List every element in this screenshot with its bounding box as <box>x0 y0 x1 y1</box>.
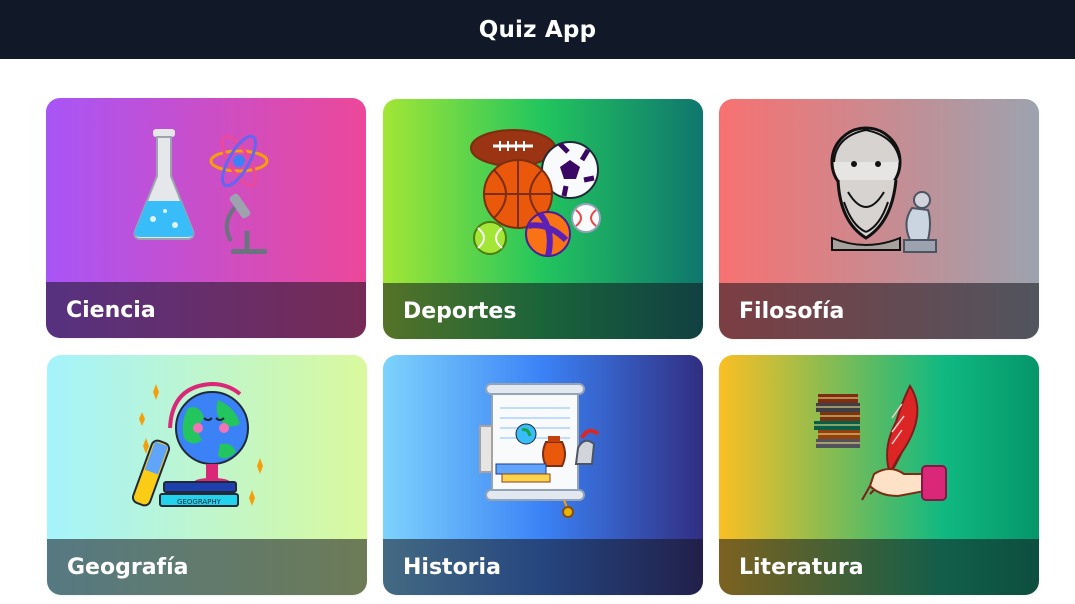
card-label-bar: Deportes <box>383 283 703 339</box>
category-card-filosofia[interactable]: Filosofía <box>719 99 1039 339</box>
app-title: Quiz App <box>478 16 597 43</box>
category-label: Historia <box>403 554 501 580</box>
category-label: Literatura <box>739 554 864 580</box>
app-header: Quiz App <box>0 0 1075 59</box>
science-flask-atom-microscope-icon <box>46 98 366 283</box>
category-label: Filosofía <box>739 298 845 324</box>
category-card-ciencia[interactable]: Ciencia <box>46 98 366 338</box>
philosopher-bust-thinker-icon <box>719 99 1039 284</box>
category-card-deportes[interactable]: Deportes <box>383 99 703 339</box>
category-card-literatura[interactable]: Literatura <box>719 355 1039 595</box>
category-label: Deportes <box>403 298 517 324</box>
category-card-historia[interactable]: Historia <box>383 355 703 595</box>
sports-balls-icon <box>383 99 703 284</box>
card-label-bar: Ciencia <box>46 282 366 338</box>
books-quill-hand-icon <box>719 355 1039 540</box>
card-label-bar: Geografía <box>47 539 367 595</box>
globe-maps-books-icon: GEOGRAPHY <box>47 355 367 540</box>
category-label: Geografía <box>67 554 189 580</box>
svg-text:GEOGRAPHY: GEOGRAPHY <box>177 498 222 506</box>
category-label: Ciencia <box>66 297 156 323</box>
card-label-bar: Filosofía <box>719 283 1039 339</box>
category-card-geografia[interactable]: GEOGRAPHY Geografía <box>47 355 367 595</box>
scroll-history-artifacts-icon <box>383 355 703 540</box>
card-label-bar: Historia <box>383 539 703 595</box>
card-label-bar: Literatura <box>719 539 1039 595</box>
